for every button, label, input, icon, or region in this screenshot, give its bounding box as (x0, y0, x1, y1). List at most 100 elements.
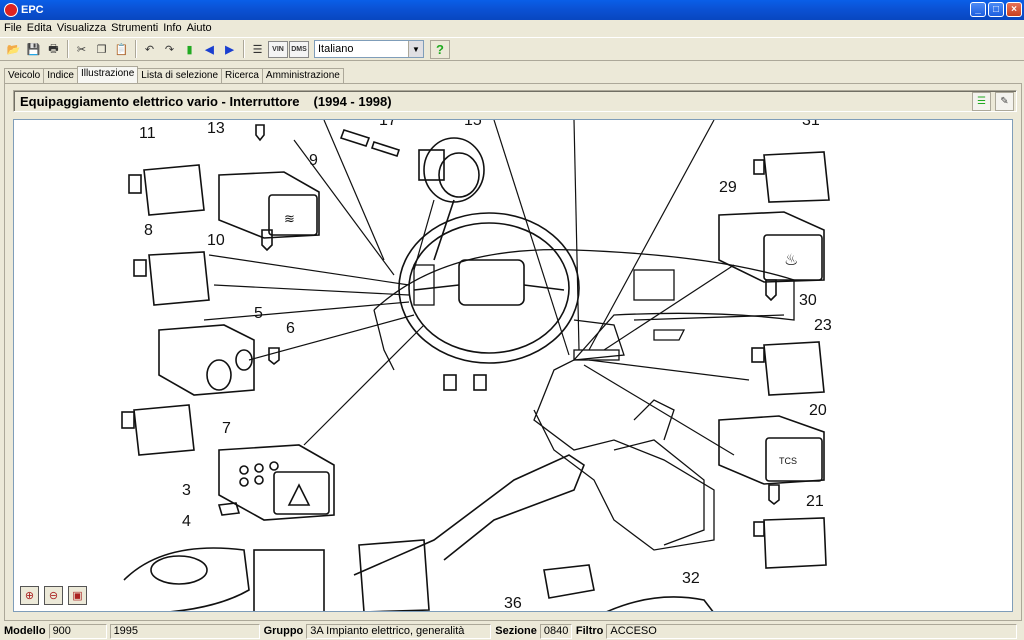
component-8 (133, 251, 210, 306)
redo-button[interactable]: ↷ (160, 40, 179, 59)
modello-value: 900 (48, 623, 107, 639)
language-value: Italiano (318, 43, 354, 55)
modello-label: Modello (4, 625, 46, 637)
page-title: Equipaggiamento elettrico vario - Interr… (20, 93, 300, 109)
menu-edita[interactable]: Edita (27, 22, 57, 34)
forward-button[interactable]: ▶ (220, 40, 239, 59)
menu-visualizza[interactable]: Visualizza (57, 22, 111, 34)
callout-20[interactable]: 20 (809, 402, 827, 419)
parts-list-button[interactable]: ☰ (248, 40, 267, 59)
back-arrow-icon: ◀ (205, 43, 214, 56)
callout-3[interactable]: 3 (182, 482, 191, 499)
dms-button[interactable]: DMS (289, 40, 309, 58)
tab-amministrazione[interactable]: Amministrazione (261, 68, 344, 83)
print-icon: 🖶 (48, 42, 59, 55)
help-button[interactable]: ? (430, 39, 450, 59)
epc-window: EPC _ □ × File Edita Visualizza Strument… (0, 0, 1024, 640)
component-20: TCS (718, 415, 825, 485)
open-button[interactable]: 📂 (4, 40, 23, 59)
forward-arrow-icon: ▶ (225, 43, 234, 56)
toolbar-separator (243, 40, 245, 58)
callout-21[interactable]: 21 (806, 493, 824, 510)
year-range: (1994 - 1998) (313, 93, 392, 109)
callout-4[interactable]: 4 (182, 513, 191, 530)
undo-button[interactable]: ↶ (140, 40, 159, 59)
callout-labels: 11 13 17 15 9 31 29 8 10 30 5 6 23 7 20 … (139, 120, 832, 612)
callout-31[interactable]: 31 (802, 120, 820, 129)
zoom-out-icon: ⊖ (48, 590, 59, 602)
callout-8[interactable]: 8 (144, 222, 153, 239)
toolbar: 📂 💾 🖶 ✂ ❐ 📋 ↶ ↷ ▮ ◀ ▶ ☰ VIN DMS Italiano… (0, 37, 1024, 61)
tab-veicolo[interactable]: Veicolo (4, 68, 45, 83)
callout-23[interactable]: 23 (814, 317, 832, 334)
status-bar: Modello 900 1995 Gruppo 3A Impianto elet… (0, 622, 1024, 640)
language-select[interactable]: Italiano ▼ (314, 40, 424, 58)
callout-9[interactable]: 9 (309, 152, 318, 169)
callout-7[interactable]: 7 (222, 420, 231, 437)
svg-text:♨: ♨ (784, 252, 798, 269)
bookmark-icon: ▮ (186, 43, 193, 56)
callout-30[interactable]: 30 (799, 292, 817, 309)
callout-32[interactable]: 32 (682, 570, 700, 587)
menu-aiuto[interactable]: Aiuto (187, 22, 217, 34)
save-button[interactable]: 💾 (24, 40, 43, 59)
parts-list-button[interactable]: ☰ (972, 92, 991, 111)
callout-17[interactable]: 17 (379, 120, 397, 129)
year-value: 1995 (109, 623, 260, 639)
tab-lista-di-selezione[interactable]: Lista di selezione (137, 68, 223, 83)
print-button[interactable]: 🖶 (44, 40, 63, 59)
callout-10[interactable]: 10 (207, 232, 225, 249)
bookmark-button[interactable]: ▮ (180, 40, 199, 59)
filtro-value: ACCESO (606, 623, 1018, 639)
app-icon (4, 3, 18, 17)
vin-button[interactable]: VIN (268, 40, 288, 58)
sezione-value: 0840 (539, 623, 572, 639)
callout-11[interactable]: 11 (139, 125, 156, 142)
chevron-down-icon[interactable]: ▼ (408, 41, 423, 57)
menu-strumenti[interactable]: Strumenti (111, 22, 163, 34)
zoom-fit-button[interactable]: ▣ (68, 586, 87, 605)
header-actions: ☰ ✎ (972, 92, 1014, 111)
callout-13[interactable]: 13 (207, 120, 225, 137)
illustration-viewer[interactable]: ≋ ♨ TCS 11 13 17 15 9 31 29 8 10 30 5 6 … (13, 119, 1013, 612)
tab-indice[interactable]: Indice (43, 68, 78, 83)
maximize-button[interactable]: □ (988, 2, 1004, 17)
component-5 (158, 324, 255, 396)
callout-5[interactable]: 5 (254, 305, 263, 322)
toolbar-separator (67, 40, 69, 58)
illustration-panel: Equipaggiamento elettrico vario - Interr… (4, 83, 1022, 621)
stalk-switch (123, 454, 714, 611)
paste-icon: 📋 (114, 43, 129, 56)
parts-list-icon: ☰ (977, 96, 986, 107)
component-26 (753, 517, 827, 569)
callout-36[interactable]: 36 (504, 595, 522, 612)
close-button[interactable]: × (1006, 2, 1022, 17)
copy-icon: ❐ (96, 43, 107, 56)
cut-button[interactable]: ✂ (72, 40, 91, 59)
back-button[interactable]: ◀ (200, 40, 219, 59)
notes-button[interactable]: ✎ (995, 92, 1014, 111)
cut-icon: ✂ (76, 43, 87, 56)
callout-6[interactable]: 6 (286, 320, 295, 337)
component-9: ≋ (218, 171, 320, 239)
zoom-in-button[interactable]: ⊕ (20, 586, 39, 605)
callout-15[interactable]: 15 (464, 120, 482, 129)
tab-illustrazione[interactable]: Illustrazione (76, 66, 139, 83)
minimize-button[interactable]: _ (970, 2, 986, 17)
menu-bar: File Edita Visualizza Strumenti Info Aiu… (0, 20, 1024, 36)
toolbar-separator (135, 40, 137, 58)
menu-file[interactable]: File (4, 22, 27, 34)
tab-ricerca[interactable]: Ricerca (221, 68, 263, 83)
leader-lines (203, 120, 750, 456)
component-17 (339, 129, 401, 158)
zoom-in-icon: ⊕ (24, 590, 35, 602)
paste-button[interactable]: 📋 (112, 40, 131, 59)
copy-button[interactable]: ❐ (92, 40, 111, 59)
gruppo-label: Gruppo (263, 625, 304, 637)
svg-text:TCS: TCS (779, 456, 797, 466)
zoom-out-button[interactable]: ⊖ (44, 586, 63, 605)
menu-info[interactable]: Info (163, 22, 186, 34)
window-title: EPC (21, 4, 44, 16)
title-bar: EPC _ □ × (0, 0, 1024, 20)
callout-29[interactable]: 29 (719, 179, 737, 196)
